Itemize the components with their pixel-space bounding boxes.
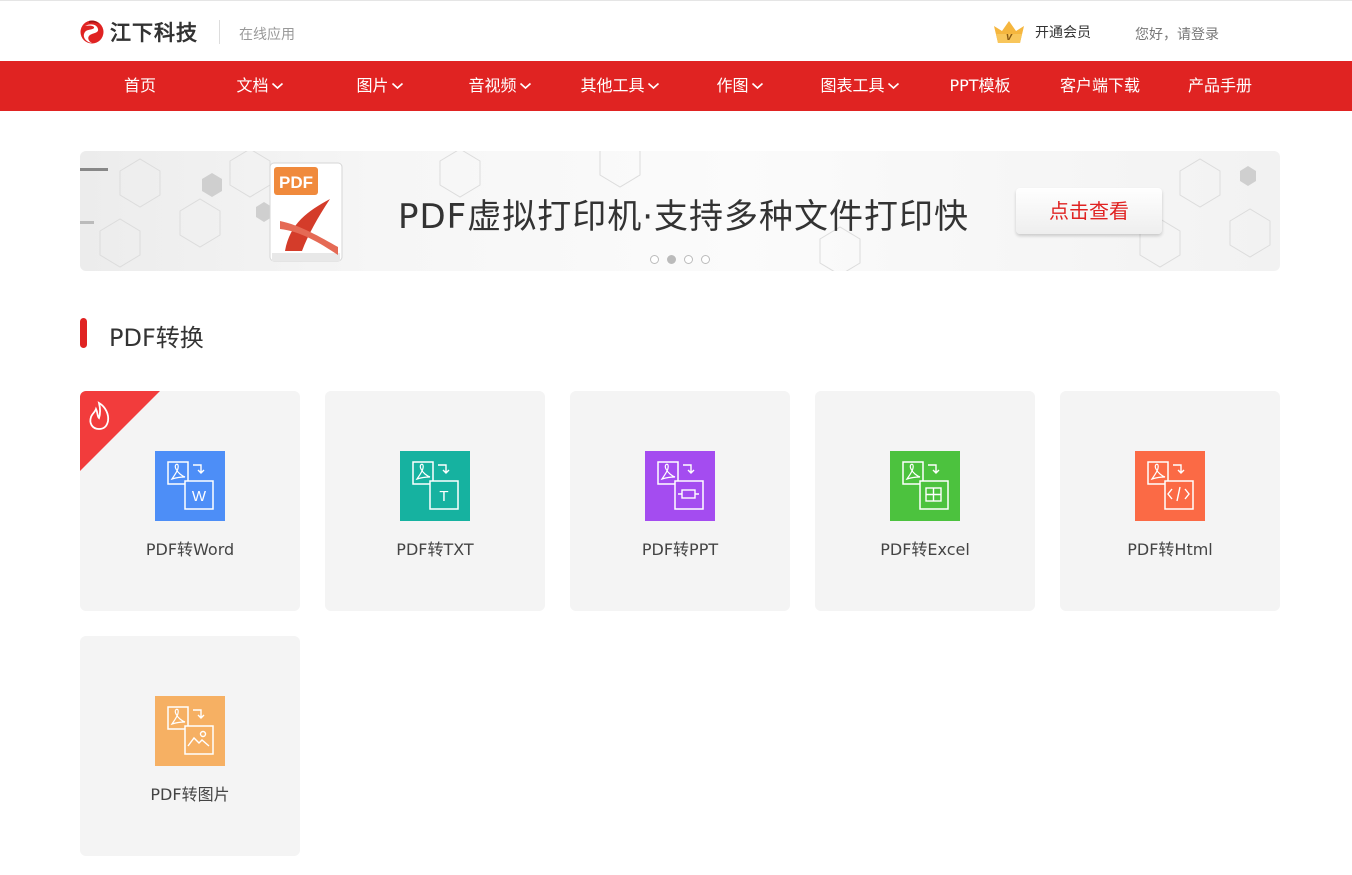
carousel-dot[interactable] <box>684 255 693 264</box>
brand-name: 江下科技 <box>110 21 198 45</box>
main-nav: 首页 文档 图片 音视频 其他工具 作图 图表工具 PPT模板 客户端下载 产品手册 <box>0 61 1352 111</box>
pdf-to-word-icon: W <box>155 451 225 521</box>
nav-item-label: 客户端下载 <box>1059 76 1141 95</box>
nav-item-5[interactable]: 作图 <box>716 61 764 111</box>
chevron-down-icon <box>271 82 284 90</box>
nav-item-label: 首页 <box>123 76 157 95</box>
carousel-dot[interactable] <box>667 255 676 264</box>
svg-text:v: v <box>1006 31 1013 43</box>
site-subtitle: 在线应用 <box>239 27 295 43</box>
nav-item-2[interactable]: 图片 <box>356 61 404 111</box>
hot-badge <box>80 391 160 471</box>
chevron-down-icon <box>391 82 404 90</box>
nav-item-label: PPT模板 <box>949 76 1011 95</box>
tool-icon-tile <box>1135 451 1205 521</box>
tool-label: PDF转Excel <box>880 540 970 559</box>
nav-item-label: 音视频 <box>468 76 517 95</box>
promo-banner[interactable]: PDF PDF虚拟打印机·支持多种文件打印快 点击查看 <box>80 151 1280 271</box>
nav-item-4[interactable]: 其他工具 <box>580 61 660 111</box>
chevron-down-icon <box>751 82 764 90</box>
carousel-dots <box>650 255 718 264</box>
svg-text:T: T <box>439 488 448 505</box>
tool-icon-tile: T <box>400 451 470 521</box>
nav-item-6[interactable]: 图表工具 <box>820 61 900 111</box>
nav-item-8[interactable]: 客户端下载 <box>1060 61 1140 111</box>
section-title: PDF转换 <box>109 324 204 352</box>
tool-label: PDF转图片 <box>150 785 230 804</box>
top-header: 江下科技 在线应用 v 开通会员 您好，请登录 <box>0 0 1352 61</box>
nav-item-3[interactable]: 音视频 <box>468 61 532 111</box>
nav-item-label: 作图 <box>716 76 749 95</box>
tool-card[interactable]: W PDF转Word <box>80 391 300 611</box>
open-vip-button[interactable]: v 开通会员 <box>992 19 1091 45</box>
tool-card[interactable]: PDF转Excel <box>815 391 1035 611</box>
svg-text:PDF: PDF <box>279 173 313 192</box>
pdf-badge: PDF <box>279 173 313 192</box>
nav-item-label: 图表工具 <box>820 76 885 95</box>
tool-label: PDF转Word <box>145 540 235 559</box>
brand-logo[interactable]: 江下科技 <box>80 17 198 47</box>
chevron-down-icon <box>647 82 660 90</box>
tool-label: PDF转PPT <box>641 540 719 559</box>
pdf-to-txt-icon: T <box>400 451 470 521</box>
chevron-down-icon <box>887 82 900 90</box>
open-vip-label: 开通会员 <box>1035 25 1091 41</box>
tool-label: PDF转Html <box>1127 540 1213 559</box>
nav-item-0[interactable]: 首页 <box>124 61 156 111</box>
tool-icon-tile <box>155 696 225 766</box>
nav-item-label: 其他工具 <box>580 76 645 95</box>
pdf-to-ppt-icon <box>645 451 715 521</box>
svg-text:W: W <box>192 488 207 505</box>
pdf-to-excel-icon <box>890 451 960 521</box>
tool-icon-tile <box>645 451 715 521</box>
banner-title: PDF虚拟打印机·支持多种文件打印快 <box>398 197 970 237</box>
nav-item-9[interactable]: 产品手册 <box>1188 61 1252 111</box>
tool-card[interactable]: PDF转Html <box>1060 391 1280 611</box>
section-marker <box>80 318 87 348</box>
tool-card[interactable]: PDF转PPT <box>570 391 790 611</box>
tool-label: PDF转TXT <box>396 540 474 559</box>
tool-card[interactable]: PDF转图片 <box>80 636 300 856</box>
crown-icon: v <box>994 21 1024 43</box>
nav-item-label: 文档 <box>236 76 269 95</box>
view-details-button[interactable]: 点击查看 <box>1016 188 1162 234</box>
carousel-dot[interactable] <box>650 255 659 264</box>
nav-item-1[interactable]: 文档 <box>236 61 284 111</box>
login-link[interactable]: 您好，请登录 <box>1135 24 1219 44</box>
header-divider <box>219 20 220 44</box>
tool-icon-tile <box>890 451 960 521</box>
tool-icon-tile: W <box>155 451 225 521</box>
chevron-down-icon <box>519 82 532 90</box>
pdf-to-image-icon <box>155 696 225 766</box>
nav-item-7[interactable]: PPT模板 <box>949 61 1010 111</box>
nav-item-label: 产品手册 <box>1187 76 1253 95</box>
carousel-dot[interactable] <box>701 255 710 264</box>
brand-logo-icon <box>80 20 104 44</box>
tool-card[interactable]: T PDF转TXT <box>325 391 545 611</box>
pdf-to-html-icon <box>1135 451 1205 521</box>
nav-item-label: 图片 <box>356 76 389 95</box>
